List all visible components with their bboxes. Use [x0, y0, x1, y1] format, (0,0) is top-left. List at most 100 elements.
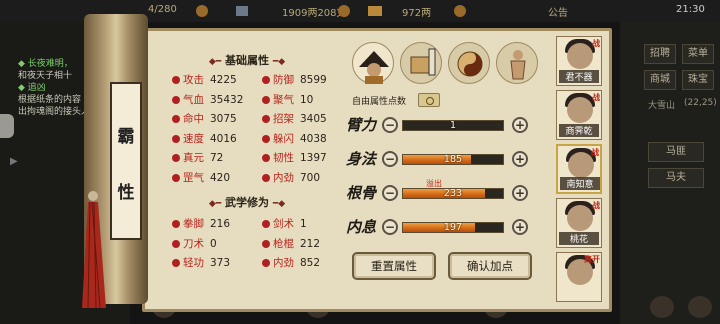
- status-badge: 战: [592, 93, 600, 102]
- overflow-label: 溢出: [426, 179, 442, 188]
- status-badge: 离开: [584, 255, 600, 264]
- skill-bullet-icon: [262, 239, 270, 248]
- attribute-bullet-icon: [262, 115, 270, 123]
- base-attribute-stat: 气血 35432: [172, 92, 243, 107]
- decrease-point-button[interactable]: −: [382, 219, 398, 235]
- attribute-name: 防御: [273, 74, 294, 86]
- party-member-card[interactable]: 战南知意: [556, 144, 602, 194]
- add-energy-icon[interactable]: [196, 5, 208, 17]
- skill-name: 内劲: [273, 257, 294, 269]
- attribute-bullet-icon: [172, 115, 180, 123]
- tassel-icon: [82, 191, 106, 308]
- attribute-bullet-icon: [262, 134, 270, 143]
- silver-amount: 972两: [402, 8, 432, 19]
- attribute-name: 内劲: [273, 171, 294, 184]
- alloc-value: 233: [443, 188, 463, 199]
- martial-skill-stat: 拳脚 216: [172, 216, 230, 231]
- skill-bullet-icon: [172, 220, 180, 228]
- increase-point-button[interactable]: +: [512, 151, 528, 167]
- party-member-card[interactable]: 离开: [556, 252, 602, 302]
- clock-time: 21:30: [676, 4, 705, 15]
- expand-arrow-icon[interactable]: ▶: [10, 156, 18, 167]
- member-name: 南知意: [560, 177, 600, 190]
- decrease-point-button[interactable]: −: [382, 117, 398, 133]
- reset-attributes-button[interactable]: 重置属性: [352, 252, 436, 280]
- attribute-bullet-icon: [172, 134, 180, 143]
- martial-skill-stat: 轻功 373: [172, 255, 230, 270]
- attribute-value: 4225: [210, 74, 237, 86]
- side-panel-handle-icon[interactable]: [0, 114, 14, 138]
- location-coords: (22,25): [684, 98, 717, 108]
- skill-value: 373: [210, 257, 231, 269]
- alloc-value: 197: [443, 222, 463, 233]
- martial-title: 武学修为: [225, 196, 269, 209]
- confirm-points-button[interactable]: 确认加点: [448, 252, 532, 280]
- attribute-value: 8599: [300, 74, 327, 86]
- attribute-value: 700: [300, 171, 321, 184]
- npc-groom-button[interactable]: 马夫: [648, 168, 704, 188]
- increase-point-button[interactable]: +: [512, 185, 528, 201]
- status-badge: 战: [592, 39, 600, 48]
- copper-icon: [236, 6, 248, 16]
- alloc-progress-bar: 1: [402, 120, 504, 131]
- fisherman-icon[interactable]: [352, 42, 394, 84]
- base-attribute-stat: 躲闪 4038: [262, 131, 327, 146]
- attribute-value: 3075: [210, 113, 237, 125]
- attribute-name: 命中: [183, 113, 204, 125]
- avatar: [567, 43, 593, 69]
- skill-bullet-icon: [172, 259, 180, 267]
- increase-point-button[interactable]: +: [512, 219, 528, 235]
- trait-char: 霸: [117, 127, 135, 147]
- increase-point-button[interactable]: +: [512, 117, 528, 133]
- character-trait-label: 霸 性: [110, 82, 142, 240]
- announcement-button[interactable]: 公告: [548, 4, 568, 19]
- alloc-value: 1: [449, 120, 457, 131]
- skill-name: 枪棍: [273, 237, 294, 250]
- skill-value: 212: [300, 237, 321, 250]
- add-silver-icon[interactable]: [454, 5, 466, 17]
- bottom-menu-icon[interactable]: [650, 296, 674, 318]
- alloc-progress-bar: 197: [402, 222, 504, 233]
- attribute-name: 罡气: [183, 171, 204, 184]
- alloc-attr-label: 根骨: [346, 184, 377, 202]
- base-attribute-stat: 内劲 700: [262, 170, 320, 185]
- base-attribute-stat: 防御 8599: [262, 72, 327, 87]
- taiji-icon[interactable]: [448, 42, 490, 84]
- martial-skill-stat: 剑术 1: [262, 216, 307, 231]
- meridian-body-icon[interactable]: [496, 42, 538, 84]
- status-badge: 战: [592, 201, 600, 210]
- menu-button[interactable]: 菜单: [682, 44, 714, 64]
- attribute-bullet-icon: [172, 154, 180, 162]
- party-member-card[interactable]: 战君不器: [556, 36, 602, 86]
- party-member-card[interactable]: 战商霁乾: [556, 90, 602, 140]
- attribute-name: 气血: [183, 93, 204, 106]
- recruit-button[interactable]: 招聘: [644, 44, 676, 64]
- npc-bandit-button[interactable]: 马匪: [648, 142, 704, 162]
- attribute-value: 35432: [210, 93, 244, 106]
- free-points-coin-icon: [418, 93, 440, 107]
- alloc-value: 185: [443, 154, 463, 165]
- attribute-name: 速度: [183, 132, 204, 145]
- location-name: 大雪山: [648, 101, 676, 111]
- base-attribute-stat: 真元 72: [172, 150, 223, 165]
- free-points-label: 自由属性点数: [352, 97, 407, 107]
- skill-value: 0: [210, 237, 217, 250]
- attribute-value: 10: [300, 93, 314, 106]
- base-attributes-title: 基础属性: [225, 54, 269, 67]
- alloc-attr-label: 身法: [346, 150, 377, 168]
- party-member-card[interactable]: 战桃花: [556, 198, 602, 248]
- bottom-menu-icon[interactable]: [688, 296, 712, 318]
- skill-bullet-icon: [262, 259, 270, 267]
- attribute-bullet-icon: [262, 154, 270, 162]
- alloc-attr-label: 臂力: [346, 116, 377, 134]
- member-name: 桃花: [559, 232, 599, 245]
- add-copper-icon[interactable]: [338, 5, 350, 17]
- scroll-book-icon[interactable]: [400, 42, 442, 84]
- base-attributes-panel: ◆━ 基础属性 ━◆ 攻击 4225 防御 8599 气血 35432 聚气 10 命中 3075…: [158, 40, 336, 304]
- decrease-point-button[interactable]: −: [382, 151, 398, 167]
- attribute-value: 72: [210, 152, 224, 164]
- shop-button[interactable]: 商城: [644, 70, 676, 90]
- decrease-point-button[interactable]: −: [382, 185, 398, 201]
- attribute-name: 真元: [183, 152, 204, 164]
- jewel-button[interactable]: 珠宝: [682, 70, 714, 90]
